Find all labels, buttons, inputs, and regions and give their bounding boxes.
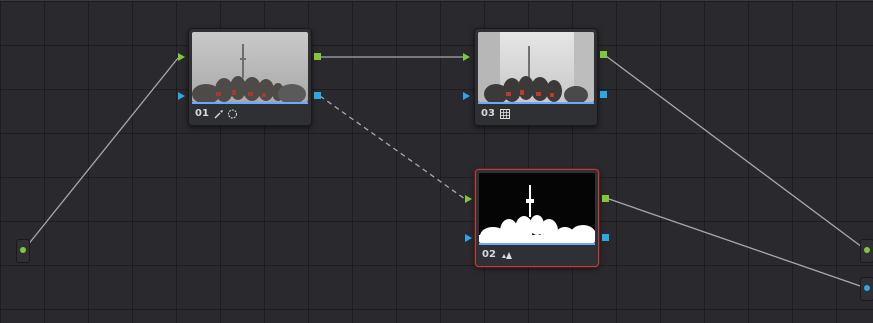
- node-underline: [478, 102, 594, 104]
- node-thumbnail: [192, 32, 308, 102]
- node-03-rgb-output[interactable]: [600, 51, 607, 58]
- node-01-key-input[interactable]: [178, 92, 185, 100]
- connection-layer: [22, 55, 867, 289]
- node-label: 01: [195, 108, 238, 119]
- node-label: 02: [482, 249, 513, 260]
- alpha-output-port[interactable]: [864, 285, 870, 291]
- 3d-qualifier-icon: [501, 251, 512, 259]
- node-03-key-input[interactable]: [463, 92, 470, 100]
- node-01-rgb-output[interactable]: [314, 53, 321, 60]
- source-input-node[interactable]: [16, 239, 30, 263]
- node-02-rgb-output[interactable]: [602, 195, 609, 202]
- node-number: 03: [481, 108, 495, 119]
- node-01-rgb-input[interactable]: [178, 53, 185, 61]
- node-03-rgb-input[interactable]: [463, 53, 470, 61]
- node-02-rgb-input[interactable]: [465, 195, 472, 203]
- qualifier-picker-icon: [214, 109, 223, 118]
- source-input-port[interactable]: [20, 247, 26, 253]
- wire-source-to-01: [22, 57, 179, 252]
- node-label: 03: [481, 108, 510, 119]
- wire-02-to-alpha-output: [608, 198, 867, 289]
- node-thumbnail: [479, 173, 595, 243]
- node-number: 01: [195, 108, 209, 119]
- node-01[interactable]: 01: [188, 28, 312, 126]
- grid-icon: [499, 108, 510, 119]
- power-window-circle-icon: [227, 109, 237, 118]
- node-01-key-output[interactable]: [314, 92, 321, 99]
- wire-03-to-rgb-output: [605, 55, 867, 251]
- node-02-key-output[interactable]: [602, 234, 609, 241]
- wire-01-key-to-02: [319, 95, 466, 200]
- node-graph-canvas[interactable]: 01 03 02: [0, 0, 873, 323]
- node-number: 02: [482, 249, 496, 260]
- alpha-output-node[interactable]: [860, 277, 873, 301]
- node-03-key-output[interactable]: [600, 91, 607, 98]
- node-underline: [479, 243, 595, 245]
- node-underline: [192, 102, 308, 104]
- node-03[interactable]: 03: [474, 28, 598, 126]
- node-02[interactable]: 02: [475, 169, 599, 267]
- node-02-key-input[interactable]: [465, 234, 472, 242]
- rgb-output-port[interactable]: [864, 247, 870, 253]
- rgb-output-node[interactable]: [860, 239, 873, 263]
- node-thumbnail: [478, 32, 594, 102]
